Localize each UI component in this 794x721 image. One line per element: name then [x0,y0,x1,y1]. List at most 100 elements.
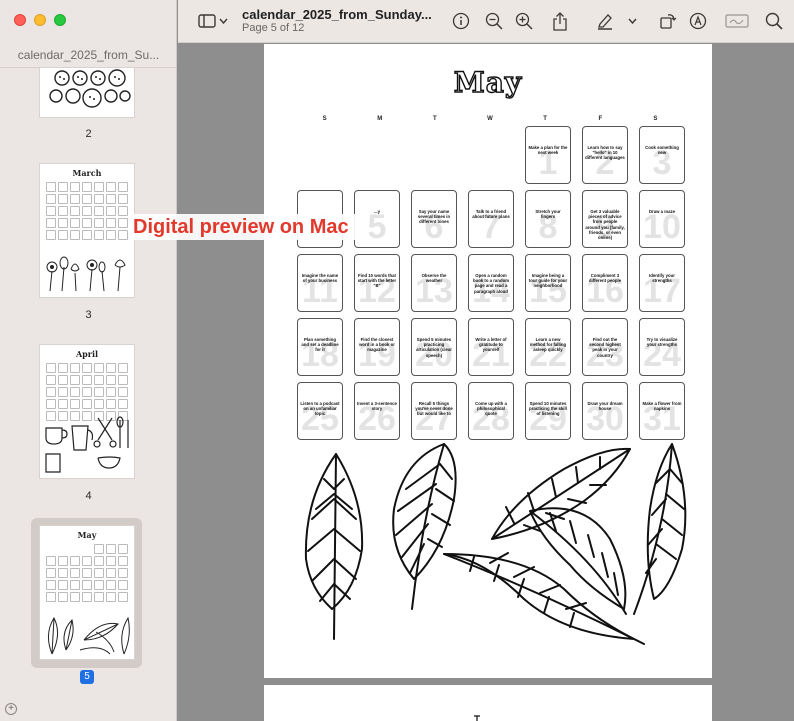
page-thumbnail-2[interactable] [40,68,134,117]
feathers-illustration [304,443,687,645]
fullscreen-window-button[interactable] [54,14,66,26]
page-number-label: 2 [85,128,92,140]
day-cell: 6 Say your name several times in differen… [411,190,457,248]
zoom-out-icon[interactable] [483,10,505,32]
thumbnail-month-title: March [72,168,102,178]
weekday-label: S [653,116,658,122]
empty-day-cell [297,126,343,184]
day-cell: 16 Compliment 3 different people [582,254,628,312]
weekday-label: S [322,116,327,122]
close-window-button[interactable] [14,14,26,26]
search-icon[interactable] [763,10,785,32]
day-task: Spend 10 minutes practicing the skill of… [529,401,567,417]
page-indicator: Page 5 of 12 [242,22,305,34]
day-cell: 30 Draw your dream house [582,382,628,440]
page-number-label: 4 [85,490,92,502]
page-number-label: 3 [85,309,92,321]
day-cell: 27 Recall 5 things you've never done but … [411,382,457,440]
promo-overlay-text: Digital preview on Mac [131,214,369,240]
highlight-pen-icon[interactable] [594,10,616,32]
day-task: Identify your strengths [649,273,675,284]
flowers-illustration [46,256,126,292]
day-task: Open a random book to a random page and … [472,273,510,294]
page-thumbnail-3[interactable]: March [40,164,134,297]
info-icon[interactable] [450,10,472,32]
day-cell: 22 Learn a new method for falling asleep … [525,318,571,376]
day-cell: 25 Listen to a podcast on an unfamiliar t… [297,382,343,440]
month-title: May [453,65,523,99]
day-task: Find out the second highest peak in your… [589,337,621,358]
day-cell: 21 Write a letter of gratitude to yoursel… [468,318,514,376]
chevron-down-icon[interactable] [625,10,639,32]
day-cell: 17 Identify your strengths [639,254,685,312]
day-task: Learn a new method for falling asleep qu… [529,337,567,353]
day-task: Spend 5 minutes practicing articulation … [416,337,452,358]
thumbnail-sidebar: calendar_2025_from_Su... 2 March 3 April… [0,0,177,721]
window-controls [14,14,66,26]
buttons-illustration [49,69,131,108]
day-cell: 12 Find 10 words that start with the lett… [354,254,400,312]
day-cell: 24 Try to visualize your strengths [639,318,685,376]
markup-icon[interactable] [687,10,709,32]
day-task: Say your name several times in different… [417,209,451,225]
pdf-page: May S M T W T F S 1 Make a plan for the next we… [264,44,712,678]
day-cell: 29 Spend 10 minutes practicing the skill … [525,382,571,440]
day-task: Write a letter of gratitude to yourself [475,337,507,353]
day-cell: 23 Find out the second highest peak in yo… [582,318,628,376]
day-cell: 13 Observe the weather [411,254,457,312]
day-task: Cook something new [645,145,679,156]
thumbnail-month-title: April [75,349,99,359]
document-title: calendar_2025_from_Sunday... [242,7,432,22]
day-task: Invent a 3-sentence story [357,401,397,412]
day-task: Talk to a friend about future plans [472,209,510,220]
share-icon[interactable] [549,10,571,32]
zoom-in-icon[interactable] [513,10,535,32]
day-cell: 8 Stretch your fingers [525,190,571,248]
day-task: Find 10 words that start with the letter… [357,273,397,289]
day-task: Plan something and set a deadline for it [301,337,339,353]
empty-day-cell [354,126,400,184]
document-view[interactable]: May S M T W T F S 1 Make a plan for the next we… [178,44,794,721]
day-task: Compliment 3 different people [588,273,622,284]
day-task: Come up with a philosophical quote [475,401,507,417]
day-cell: 18 Plan something and set a deadline for … [297,318,343,376]
day-task: Find the closest word in a book or magaz… [359,337,395,353]
day-task: Draw your dream house [587,401,623,412]
day-task: Imagine the name of your business [301,273,339,284]
add-page-button[interactable]: + [5,703,17,715]
day-cell: 10 Draw a maze [639,190,685,248]
day-task: Recall 5 things you've never done but wo… [415,401,453,417]
weekday-header: SMTWTFS [297,116,683,122]
page-thumbnail-4[interactable]: April [40,345,134,478]
day-task: Try to visualize your strengths [646,337,678,348]
page-number-label-selected: 5 [80,670,94,684]
thumbnail-calendar-grid [40,178,134,244]
day-task: Imagine being a tour guide for your neig… [528,273,568,289]
day-cell: 14 Open a random book to a random page an… [468,254,514,312]
weekday-label: W [487,116,493,122]
thumbnail-month-title: May [77,530,97,540]
day-cell: 26 Invent a 3-sentence story [354,382,400,440]
day-task: Make a plan for the next week [528,145,568,156]
empty-day-cell [468,126,514,184]
day-task: Stretch your fingers [535,209,561,220]
calendar-grid: 1 Make a plan for the next week 2 Learn how… [297,126,685,440]
day-cell: 7 Talk to a friend about future plans [468,190,514,248]
signature-icon[interactable] [724,10,750,32]
rotate-icon[interactable] [657,10,679,32]
kitchenware-illustration [45,416,129,473]
page-thumbnail-5[interactable]: May [40,526,134,659]
chevron-down-icon[interactable] [216,10,230,32]
minimize-window-button[interactable] [34,14,46,26]
toolbar: calendar_2025_from_Sunday... Page 5 of 1… [178,0,794,43]
day-cell: 11 Imagine the name of your business [297,254,343,312]
next-pdf-page [264,685,712,721]
sidebar-toggle-icon[interactable] [196,10,218,32]
day-cell: 1 Make a plan for the next week [525,126,571,184]
day-task: Make a flower from napkins [642,401,682,412]
thumbnail-calendar-grid [40,540,134,606]
weekday-label: M [377,116,383,122]
weekday-label: T [433,116,437,122]
day-cell: 3 Cook something new [639,126,685,184]
day-cell: 31 Make a flower from napkins [639,382,685,440]
